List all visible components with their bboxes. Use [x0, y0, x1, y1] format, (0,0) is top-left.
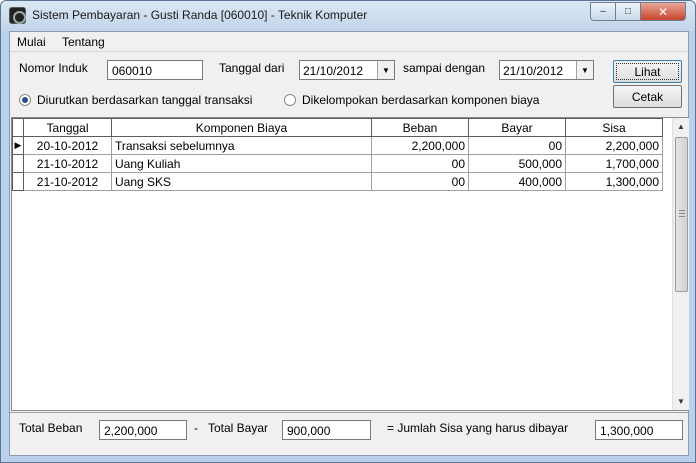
total-bayar-field[interactable]: 900,000 — [282, 420, 371, 440]
window-title: Sistem Pembayaran - Gusti Randa [060010]… — [32, 8, 368, 22]
cetak-button[interactable]: Cetak — [613, 85, 682, 108]
radio-kelompok-komponen-label: Dikelompokan berdasarkan komponen biaya — [302, 93, 540, 107]
transaction-grid[interactable]: Tanggal Komponen Biaya Beban Bayar Sisa … — [11, 117, 689, 411]
cell-komponen[interactable]: Uang SKS — [111, 172, 372, 191]
close-button[interactable]: ✕ — [640, 2, 686, 21]
app-icon[interactable] — [9, 7, 26, 24]
sampai-dengan-label: sampai dengan — [403, 61, 486, 75]
scrollbar-thumb[interactable] — [675, 137, 688, 292]
maximize-button[interactable]: □ — [615, 2, 641, 21]
cell-beban[interactable]: 2,200,000 — [371, 136, 469, 155]
table-row[interactable]: 21-10-2012 Uang Kuliah 00 500,000 1,700,… — [12, 154, 663, 173]
vertical-scrollbar[interactable]: ▲ ▼ — [672, 118, 689, 410]
radio-indicator — [19, 94, 31, 106]
sampai-dengan-value: 21/10/2012 — [503, 64, 564, 78]
table-header-row: Tanggal Komponen Biaya Beban Bayar Sisa — [12, 118, 663, 137]
chevron-down-icon[interactable]: ▼ — [377, 61, 394, 79]
app-window: Sistem Pembayaran - Gusti Randa [060010]… — [0, 0, 696, 463]
title-bar[interactable]: Sistem Pembayaran - Gusti Randa [060010]… — [1, 1, 695, 31]
menu-mulai[interactable]: Mulai — [17, 35, 46, 49]
scroll-down-icon[interactable]: ▼ — [673, 393, 689, 410]
tanggal-dari-label: Tanggal dari — [219, 61, 285, 75]
lihat-button[interactable]: Lihat — [613, 60, 682, 83]
cell-beban[interactable]: 00 — [371, 154, 469, 173]
menu-bar: Mulai Tentang — [10, 32, 688, 51]
radio-indicator — [284, 94, 296, 106]
cell-beban[interactable]: 00 — [371, 172, 469, 191]
row-selector[interactable] — [12, 154, 24, 173]
nomor-induk-label: Nomor Induk — [19, 61, 88, 75]
cell-sisa[interactable]: 1,700,000 — [565, 154, 663, 173]
footer-divider — [10, 412, 688, 413]
scroll-up-icon[interactable]: ▲ — [673, 118, 689, 135]
cell-tanggal[interactable]: 21-10-2012 — [23, 154, 112, 173]
cell-tanggal[interactable]: 20-10-2012 — [23, 136, 112, 155]
jumlah-sisa-field[interactable]: 1,300,000 — [595, 420, 683, 440]
menu-divider — [10, 51, 688, 52]
radio-urut-tanggal[interactable]: Diurutkan berdasarkan tanggal transaksi — [19, 93, 252, 107]
radio-urut-tanggal-label: Diurutkan berdasarkan tanggal transaksi — [37, 93, 253, 107]
chevron-down-icon[interactable]: ▼ — [576, 61, 593, 79]
row-pointer-icon[interactable]: ▶ — [12, 136, 24, 155]
jumlah-sisa-label: = Jumlah Sisa yang harus dibayar — [387, 421, 569, 435]
grip-icon — [679, 210, 685, 217]
total-beban-field[interactable]: 2,200,000 — [99, 420, 187, 440]
total-beban-label: Total Beban — [19, 421, 83, 435]
menu-tentang[interactable]: Tentang — [62, 35, 105, 49]
column-header-sisa[interactable]: Sisa — [565, 118, 663, 137]
transaction-table: Tanggal Komponen Biaya Beban Bayar Sisa … — [12, 118, 663, 191]
cell-bayar[interactable]: 400,000 — [468, 172, 566, 191]
table-row[interactable]: 21-10-2012 Uang SKS 00 400,000 1,300,000 — [12, 172, 663, 191]
cell-bayar[interactable]: 500,000 — [468, 154, 566, 173]
table-row[interactable]: ▶ 20-10-2012 Transaksi sebelumnya 2,200,… — [12, 136, 663, 155]
column-header-beban[interactable]: Beban — [371, 118, 469, 137]
sampai-dengan-picker[interactable]: 21/10/2012 ▼ — [499, 60, 594, 80]
column-header-tanggal[interactable]: Tanggal — [23, 118, 112, 137]
cell-tanggal[interactable]: 21-10-2012 — [23, 172, 112, 191]
radio-kelompok-komponen[interactable]: Dikelompokan berdasarkan komponen biaya — [284, 93, 539, 107]
cell-komponen[interactable]: Uang Kuliah — [111, 154, 372, 173]
tanggal-dari-value: 21/10/2012 — [303, 64, 364, 78]
minus-sign: - — [194, 421, 198, 435]
row-selector-header — [12, 118, 24, 137]
cell-bayar[interactable]: 00 — [468, 136, 566, 155]
client-area: Mulai Tentang Nomor Induk 060010 Tanggal… — [9, 31, 689, 456]
row-selector[interactable] — [12, 172, 24, 191]
cell-komponen[interactable]: Transaksi sebelumnya — [111, 136, 372, 155]
column-header-bayar[interactable]: Bayar — [468, 118, 566, 137]
minimize-button[interactable]: – — [590, 2, 616, 21]
column-header-komponen[interactable]: Komponen Biaya — [111, 118, 372, 137]
cell-sisa[interactable]: 2,200,000 — [565, 136, 663, 155]
tanggal-dari-picker[interactable]: 21/10/2012 ▼ — [299, 60, 395, 80]
nomor-induk-input[interactable]: 060010 — [107, 60, 203, 80]
total-bayar-label: Total Bayar — [208, 421, 269, 435]
cell-sisa[interactable]: 1,300,000 — [565, 172, 663, 191]
